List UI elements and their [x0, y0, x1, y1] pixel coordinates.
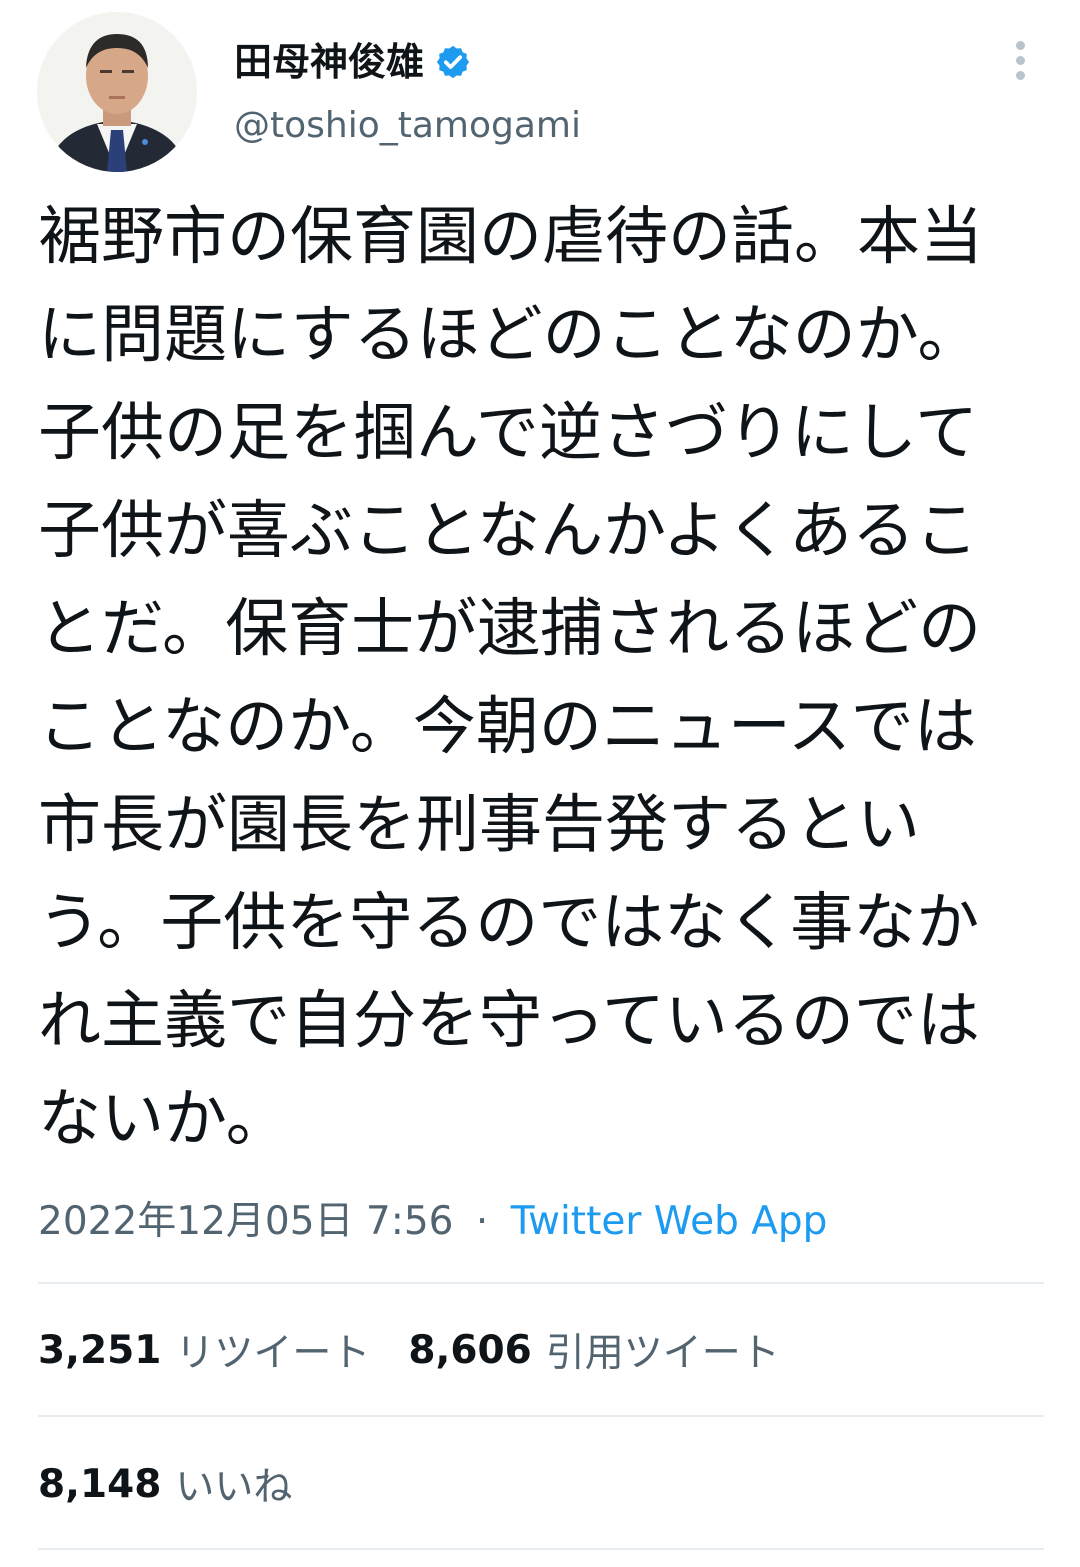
like-label: いいね: [175, 1465, 293, 1510]
meta-separator: ·: [475, 1199, 489, 1244]
likes-stats-row: 8,148 いいね: [38, 1454, 292, 1514]
author-handle[interactable]: @toshio_tamogami: [234, 100, 581, 152]
vertical-dots-icon: [1015, 40, 1025, 50]
tweet-meta: 2022年12月05日 7:56 · Twitter Web App: [38, 1194, 827, 1250]
retweets-stat[interactable]: 3,251 リツイート: [38, 1322, 370, 1378]
quote-tweets-stat[interactable]: 8,606 引用ツイート: [408, 1322, 779, 1378]
tweet-text-line: れ主義で自分を守っているのでは: [38, 984, 980, 1057]
tweet-text-line: とだ。保育士が逮捕されるほどの: [38, 592, 982, 665]
retweet-count: 3,251: [38, 1327, 162, 1373]
divider: [38, 1548, 1044, 1550]
tweet-header: 田母神俊雄 @toshio_tamogami: [0, 0, 1080, 180]
verified-badge-icon: [436, 45, 470, 79]
tweet-text-line: に問題にするほどのことなのか。: [38, 298, 981, 371]
likes-stat[interactable]: 8,148 いいね: [38, 1456, 292, 1512]
author-display-name[interactable]: 田母神俊雄: [234, 34, 424, 90]
quote-count: 8,606: [408, 1327, 532, 1373]
tweet-text-line: ないか。: [38, 1082, 289, 1155]
more-options-button[interactable]: [998, 32, 1042, 88]
divider: [38, 1415, 1044, 1417]
tweet-source-link[interactable]: Twitter Web App: [511, 1199, 828, 1244]
tweet-text-line: 子供の足を掴んで逆さづりにして: [38, 396, 978, 469]
engagement-stats-row: 3,251 リツイート 8,606 引用ツイート: [38, 1320, 780, 1380]
tweet-text: 裾野市の保育園の虐待の話。本当 に問題にするほどのことなのか。 子供の足を掴んで…: [38, 188, 1048, 1168]
tweet-text-line: ことなのか。今朝のニュースでは: [38, 690, 977, 763]
author-name-row: 田母神俊雄: [234, 34, 472, 90]
retweet-label: リツイート: [175, 1331, 371, 1376]
tweet-text-line: 裾野市の保育園の虐待の話。本当: [38, 200, 983, 273]
profile-photo: [37, 12, 197, 172]
tweet-text-line: 子供が喜ぶことなんかよくあるこ: [38, 494, 978, 567]
divider: [38, 1282, 1044, 1284]
like-count: 8,148: [38, 1461, 162, 1507]
avatar[interactable]: [37, 12, 197, 172]
quote-label: 引用ツイート: [545, 1331, 780, 1376]
tweet-timestamp[interactable]: 2022年12月05日 7:56: [38, 1199, 453, 1244]
tweet-text-line: う。子供を守るのではなく事なか: [38, 886, 980, 959]
tweet-text-line: 市長が園長を刑事告発するとい: [38, 788, 920, 861]
